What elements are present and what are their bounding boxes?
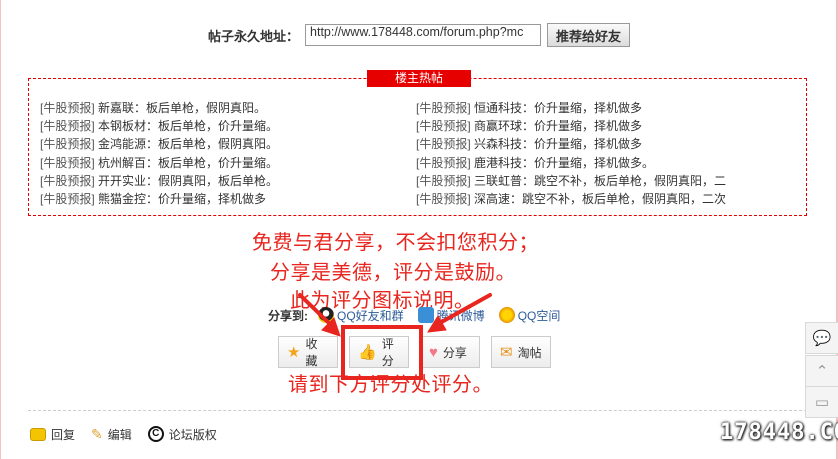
back-to-top-icon: ⌃ [815,363,829,380]
star-icon: ★ [287,343,301,361]
share-qzone-link[interactable]: QQ空间 [498,307,561,324]
toolbar-divider [28,410,807,411]
edit-button[interactable]: ✎ 编辑 [91,426,132,443]
permalink-row: 帖子永久地址： http://www.178448.com/forum.php?… [208,23,631,47]
permalink-label: 帖子永久地址： [208,28,300,44]
hot-post-text: 金鸿能源：板后单枪，假阴真阳。 [98,137,279,152]
share-qq-friends-link[interactable]: QQ好友和群 [318,307,404,324]
share-button[interactable]: ♥ 分享 [420,336,480,368]
annotation-free-share: 免费与君分享，不会扣您积分； [252,230,539,254]
hot-post-text: 恒通科技：价升量缩，择机做多 [474,101,643,115]
hot-post-tag: [牛股预报] [416,137,471,152]
taotie-label: 淘帖 [517,345,542,360]
hot-post-link[interactable]: [牛股预报] 三联虹普：跳空不补，板后单枪，假阴真阳，二 [416,172,726,190]
envelope-icon: ✉ [500,343,513,361]
share-tencent-weibo-link[interactable]: 腾讯微博 [417,307,485,324]
copyright-icon: C [147,426,164,442]
hot-posts-left-column: [牛股预报] 新嘉联：板后单枪，假阴真阳。 [牛股预报] 本钢板材：板后单枪，价… [40,99,278,208]
collect-button[interactable]: ★ 收藏 [278,336,338,368]
hot-post-text: 兴森科技：价升量缩，择机做多 [474,137,643,152]
reply-label: 回复 [51,427,76,442]
hot-post-link[interactable]: [牛股预报] 鹿港科技：价升量缩，择机做多。 [416,154,726,172]
qzone-star-icon [498,307,515,323]
copyright-link[interactable]: C 论坛版权 [147,426,217,443]
hot-post-tag: [牛股预报] [416,191,471,206]
hot-post-text: 鹿港科技：价升量缩，择机做多。 [474,155,655,170]
post-toolbar: 回复 ✎ 编辑 C 论坛版权 [30,424,227,444]
recommend-to-friend-button[interactable]: 推荐给好友 [547,23,631,47]
hot-posts-title: 楼主热帖 [367,70,471,87]
qq-penguin-icon [318,307,334,323]
side-back-to-top-button[interactable]: ⌃ [805,355,838,387]
hot-post-tag: [牛股预报] [40,119,95,134]
site-watermark: 178448.COM [720,420,838,445]
hot-post-link[interactable]: [牛股预报] 熊猫金控：价升量缩，择机做多 [40,190,278,208]
hot-post-link[interactable]: [牛股预报] 兴森科技：价升量缩，择机做多 [416,135,726,153]
side-extra-button[interactable]: ▭ [805,386,838,418]
hot-post-link[interactable]: [牛股预报] 新嘉联：板后单枪，假阴真阳。 [40,99,278,117]
hot-posts-box: 楼主热帖 [牛股预报] 新嘉联：板后单枪，假阴真阳。 [牛股预报] 本钢板材：板… [28,70,807,216]
hot-post-tag: [牛股预报] [40,191,95,206]
side-comment-button[interactable]: 💬 [805,322,838,354]
share-qzone-label: QQ空间 [517,308,561,323]
reply-bubble-icon [30,427,46,441]
hot-post-link[interactable]: [牛股预报] 本钢板材：板后单枪，价升量缩。 [40,117,278,135]
hot-post-text: 商赢环球：价升量缩，择机做多 [474,119,643,134]
hot-post-text: 新嘉联：板后单枪，假阴真阳。 [98,101,267,115]
hot-post-tag: [牛股预报] [416,101,471,115]
comment-icon: 💬 [812,330,832,347]
share-qq-friends-label: QQ好友和群 [337,308,404,323]
share-row: 分享到: QQ好友和群 腾讯微博 QQ空间 [268,305,570,325]
share-label: 分享到: [268,308,308,323]
hot-post-link[interactable]: [牛股预报] 商赢环球：价升量缩，择机做多 [416,117,726,135]
pencil-icon: ✎ [91,425,103,442]
hot-post-tag: [牛股预报] [40,137,95,152]
permalink-input[interactable]: http://www.178448.com/forum.php?mc [305,24,542,46]
tencent-weibo-icon [417,307,434,323]
edit-label: 编辑 [107,427,132,442]
heart-icon: ♥ [429,343,438,361]
annotation-rate-below: 请到下方评分处评分。 [288,372,493,396]
copyright-label: 论坛版权 [168,427,217,442]
hot-post-text: 深高速：跳空不补，板后单枪，假阴真阳，二次 [474,191,727,206]
hot-post-text: 熊猫金控：价升量缩，择机做多 [98,191,267,206]
side-extra-icon: ▭ [814,394,830,411]
hot-post-link[interactable]: [牛股预报] 金鸿能源：板后单枪，假阴真阳。 [40,135,278,153]
hot-post-text: 开开实业：假阴真阳，板后单枪。 [98,173,279,188]
share-tencent-weibo-label: 腾讯微博 [436,308,485,323]
hot-post-tag: [牛股预报] [40,101,95,115]
taotie-button[interactable]: ✉ 淘帖 [491,336,551,368]
collect-label: 收藏 [305,337,318,368]
hot-post-text: 本钢板材：板后单枪，价升量缩。 [98,119,279,134]
share-button-label: 分享 [442,345,467,360]
hot-post-tag: [牛股预报] [40,155,95,170]
hot-post-text: 杭州解百：板后单枪，价升量缩。 [98,155,279,170]
annotation-share-virtue: 分享是美德，评分是鼓励。 [270,260,516,284]
hot-post-link[interactable]: [牛股预报] 深高速：跳空不补，板后单枪，假阴真阳，二次 [416,190,726,208]
hot-post-link[interactable]: [牛股预报] 杭州解百：板后单枪，价升量缩。 [40,154,278,172]
hot-post-link[interactable]: [牛股预报] 开开实业：假阴真阳，板后单枪。 [40,172,278,190]
hot-post-link[interactable]: [牛股预报] 恒通科技：价升量缩，择机做多 [416,99,726,117]
hot-post-tag: [牛股预报] [416,155,471,170]
reply-button[interactable]: 回复 [30,426,75,443]
hot-post-tag: [牛股预报] [40,173,95,188]
hot-post-tag: [牛股预报] [416,119,471,134]
hot-posts-right-column: [牛股预报] 恒通科技：价升量缩，择机做多 [牛股预报] 商赢环球：价升量缩，择… [416,99,726,208]
hot-post-text: 三联虹普：跳空不补，板后单枪，假阴真阳，二 [474,173,727,188]
hot-post-tag: [牛股预报] [416,173,471,188]
